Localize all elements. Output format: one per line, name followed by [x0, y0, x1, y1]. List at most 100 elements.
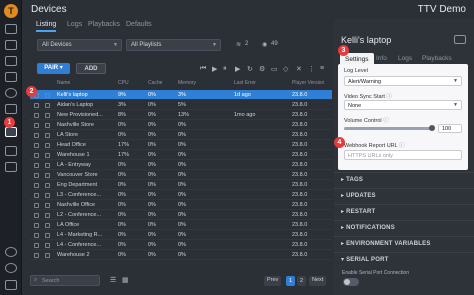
devices-icon[interactable]	[5, 127, 17, 137]
page-2-button[interactable]: 2	[297, 276, 306, 286]
playlists-filter[interactable]: All Playlists ▼	[126, 39, 221, 51]
row-checkbox[interactable]	[34, 253, 39, 258]
webhook-label: Webhook Report URL ⓘ	[344, 141, 405, 149]
col-header-cache[interactable]: Cache	[148, 80, 162, 86]
table-row[interactable]: LA Store 0% 0% 0% 23.8.0	[30, 130, 332, 140]
vsync-select[interactable]: None ▼	[344, 100, 462, 110]
col-header-memory[interactable]: Memory	[178, 80, 196, 86]
monitor-action-icon[interactable]: ▭	[271, 65, 278, 73]
section-header[interactable]: ▾ SERIAL PORT	[341, 256, 389, 263]
tab-device-playbacks[interactable]: Playbacks	[422, 55, 452, 62]
book-icon[interactable]	[5, 247, 17, 257]
row-checkbox[interactable]	[34, 143, 39, 148]
section-header[interactable]: ▸ TAGS	[341, 176, 363, 183]
table-row[interactable]: Aidan's Laptop 3% 0% 5% 23.8.0	[30, 100, 332, 110]
tag-icon[interactable]: ◇	[283, 65, 288, 73]
pair-button[interactable]: PAIR ▾	[37, 63, 70, 74]
row-checkbox[interactable]	[34, 183, 39, 188]
section-header[interactable]: ▸ UPDATES	[341, 192, 376, 199]
table-row[interactable]: New Provisioned... 8% 0% 13% 1mo ago 23.8.0	[30, 110, 332, 120]
pause-icon[interactable]: ⏸	[223, 65, 227, 73]
monitor-icon[interactable]	[5, 162, 17, 172]
search-field[interactable]: ⌕ Search	[30, 275, 100, 286]
tab-playbacks[interactable]: Playbacks	[88, 21, 120, 28]
table-row[interactable]: Head Office 17% 0% 0% 23.8.0	[30, 140, 332, 150]
row-checkbox[interactable]	[34, 163, 39, 168]
col-header-name[interactable]: Name	[57, 80, 70, 86]
table-row[interactable]: L4 - Marketing R... 0% 0% 0% 23.8.0	[30, 230, 332, 240]
table-row[interactable]: Warehouse 1 17% 0% 0% 23.8.0	[30, 150, 332, 160]
grid-view-icon[interactable]: ▦	[122, 276, 129, 284]
gear-icon[interactable]	[5, 263, 17, 273]
apps-icon[interactable]	[5, 104, 17, 114]
tab-logs[interactable]: Logs	[67, 21, 82, 28]
layers-icon[interactable]	[5, 56, 17, 66]
volume-slider[interactable]	[344, 125, 435, 131]
table-row[interactable]: Warehouse 2 0% 0% 0% 23.8.0	[30, 250, 332, 260]
col-header-cpu[interactable]: CPU	[118, 80, 129, 86]
grid-icon[interactable]	[5, 72, 17, 82]
table-cell: 0%	[178, 182, 186, 188]
org-logo[interactable]: T	[4, 4, 18, 18]
refresh-icon[interactable]: ↻	[247, 65, 253, 73]
volume-slider-handle[interactable]	[429, 125, 435, 131]
home-icon[interactable]	[5, 24, 17, 34]
library-icon[interactable]	[5, 40, 17, 50]
devices-filter[interactable]: All Devices ▼	[37, 39, 122, 51]
page-1-button[interactable]: 1	[286, 276, 295, 286]
add-button[interactable]: ADD	[76, 63, 106, 74]
row-checkbox[interactable]	[34, 193, 39, 198]
table-row[interactable]: Nashville Office 0% 0% 0% 23.8.0	[30, 200, 332, 210]
serial-toggle[interactable]	[343, 278, 359, 286]
table-row[interactable]: L3 - Conference... 0% 0% 0% 23.8.0	[30, 190, 332, 200]
expand-icon[interactable]	[454, 35, 466, 44]
table-row[interactable]: Kelli's laptop 9% 0% 3% 1d ago 23.8.0	[30, 90, 332, 100]
table-row[interactable]: LA - Entryway 0% 0% 0% 23.8.0	[30, 160, 332, 170]
table-row[interactable]: LA Office 0% 0% 0% 23.8.0	[30, 220, 332, 230]
columns-icon[interactable]: ≡	[320, 65, 324, 72]
table-row[interactable]: L4 - Conference... 0% 0% 0% 23.8.0	[30, 240, 332, 250]
log-level-select[interactable]: Alert/Warning ▼	[344, 76, 462, 86]
wifi-icon: ≋	[236, 42, 242, 48]
row-checkbox[interactable]	[34, 243, 39, 248]
tab-device-logs[interactable]: Logs	[398, 55, 412, 62]
row-checkbox[interactable]	[34, 233, 39, 238]
next-page-button[interactable]: Next	[309, 276, 327, 286]
tab-info[interactable]: Info	[376, 55, 387, 62]
table-row[interactable]: Vancouver Store 0% 0% 0% 23.8.0	[30, 170, 332, 180]
section-header[interactable]: ▸ RESTART	[341, 208, 375, 215]
table-row[interactable]: Nashville Store 0% 0% 0% 23.8.0	[30, 120, 332, 130]
volume-input[interactable]: 100	[438, 124, 462, 133]
row-checkbox[interactable]	[34, 223, 39, 228]
webhook-input[interactable]: HTTPS URLs only	[344, 150, 462, 160]
row-checkbox[interactable]	[34, 103, 39, 108]
row-checkbox[interactable]	[34, 213, 39, 218]
section-header[interactable]: ▸ NOTIFICATIONS	[341, 224, 395, 231]
section-header[interactable]: ▸ ENVIRONMENT VARIABLES	[341, 240, 431, 247]
table-row[interactable]: Eng Department 0% 0% 0% 23.8.0	[30, 180, 332, 190]
table-row[interactable]: L2 - Conference... 0% 0% 0% 23.8.0	[30, 210, 332, 220]
more-icon[interactable]: ⋮	[308, 65, 315, 73]
row-checkbox[interactable]	[34, 113, 39, 118]
col-header-last-error[interactable]: Last Error	[234, 80, 256, 86]
prev-page-button[interactable]: Prev	[264, 276, 282, 286]
delete-icon[interactable]: ✕	[296, 65, 302, 73]
row-checkbox[interactable]	[34, 153, 39, 158]
help-icon[interactable]: ⓘ	[383, 118, 389, 124]
settings-icon[interactable]: ⚙	[259, 65, 265, 73]
next-icon[interactable]: ▶	[235, 65, 240, 73]
row-checkbox[interactable]	[34, 123, 39, 128]
code-icon[interactable]	[5, 146, 17, 156]
play-icon[interactable]: ▶	[212, 65, 217, 73]
help-icon[interactable]: ⓘ	[399, 143, 405, 149]
tab-defaults[interactable]: Defaults	[126, 21, 152, 28]
user-icon[interactable]	[5, 280, 17, 290]
row-checkbox[interactable]	[34, 203, 39, 208]
tab-listing[interactable]: Listing	[36, 21, 57, 32]
row-checkbox[interactable]	[34, 133, 39, 138]
schedule-icon[interactable]	[5, 88, 17, 98]
list-view-icon[interactable]: ☰	[110, 276, 116, 284]
col-header-player-version[interactable]: Player Version	[292, 80, 324, 86]
row-checkbox[interactable]	[34, 173, 39, 178]
prev-icon[interactable]: ⏮	[200, 65, 206, 73]
